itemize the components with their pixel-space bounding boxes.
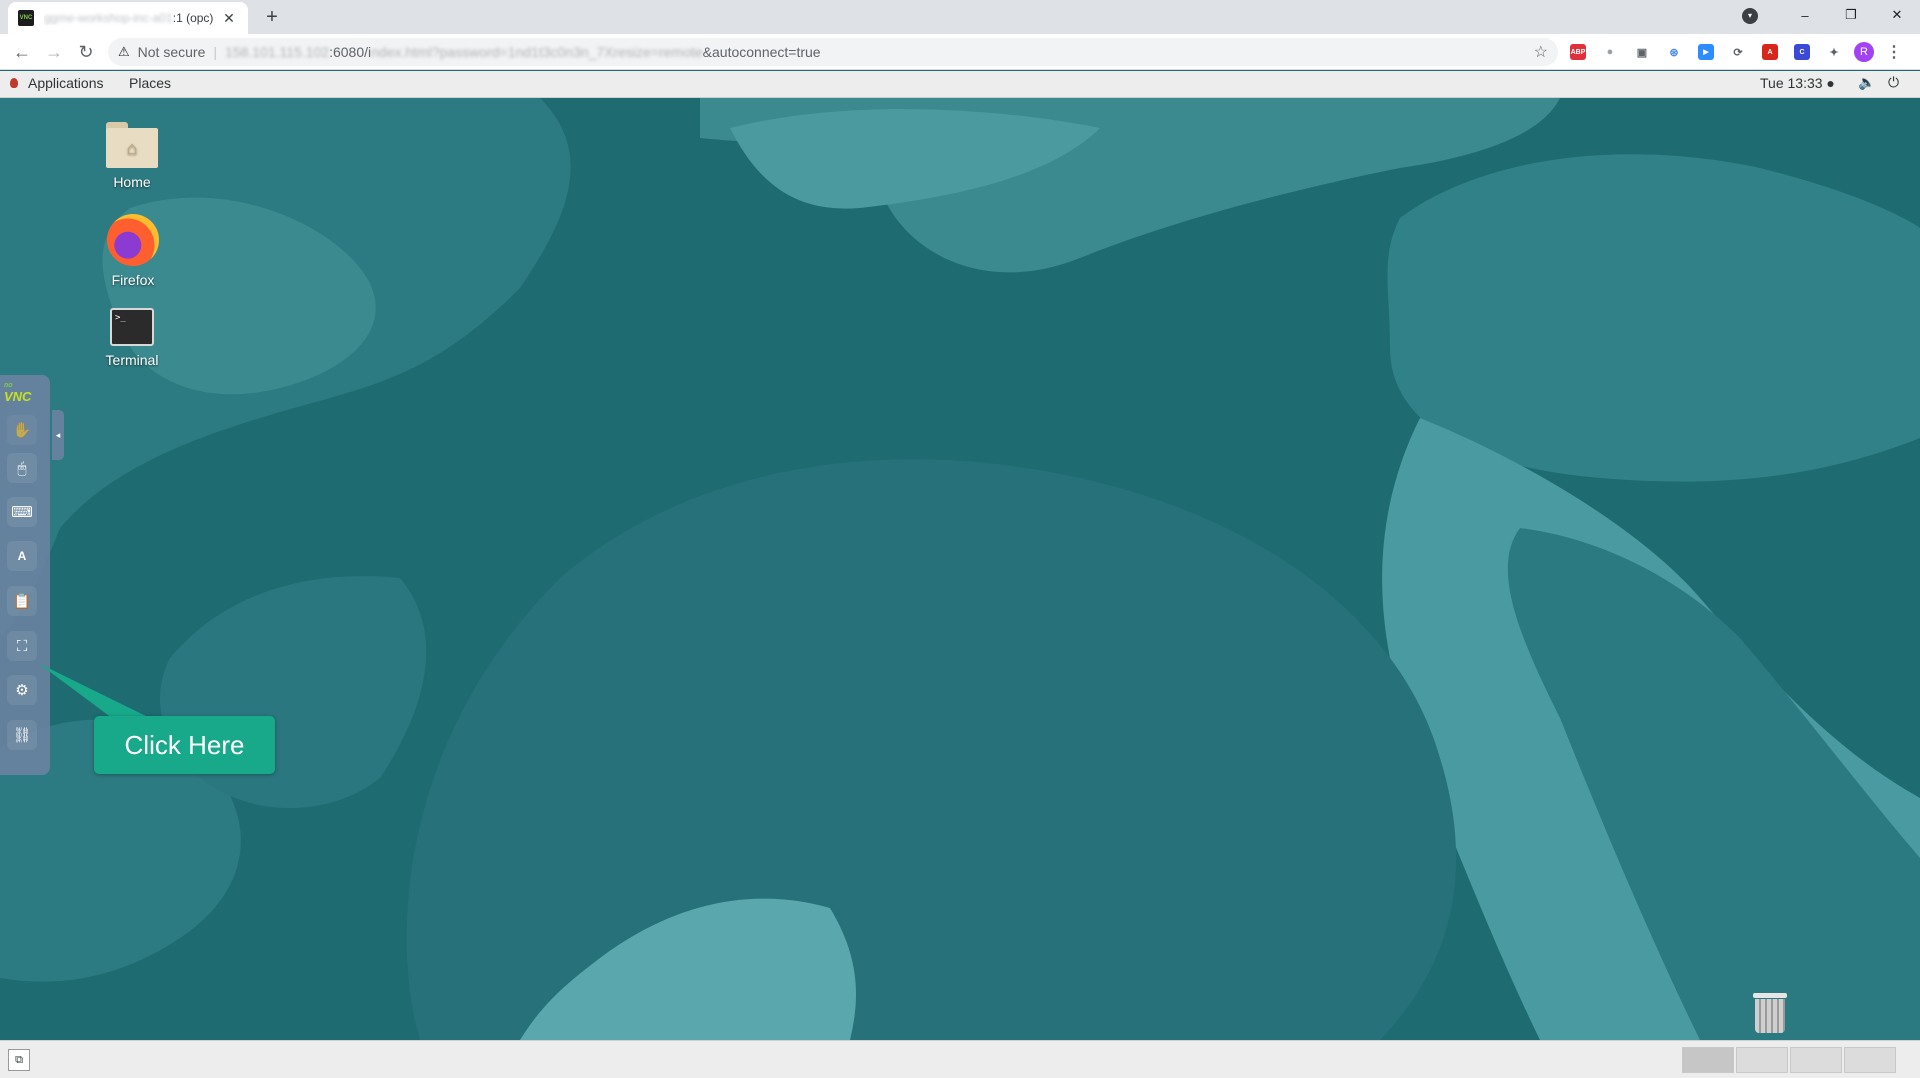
- tab-search-icon[interactable]: ▾: [1742, 8, 1758, 24]
- gnome-top-panel: Applications Places Tue 13:33 ● 🔈 ⏻: [0, 71, 1920, 98]
- volume-icon[interactable]: 🔈: [1858, 74, 1875, 91]
- folder-icon: ⌂: [106, 122, 158, 168]
- novnc-logo: no VNC: [4, 382, 32, 404]
- tab-title: ggme-workshop-inc-a01:1 (opc): [44, 11, 214, 25]
- fullscreen-icon[interactable]: ⛶: [7, 631, 37, 661]
- zoom-icon[interactable]: ▶: [1694, 40, 1718, 64]
- home-desktop-icon[interactable]: ⌂ Home: [77, 122, 187, 190]
- security-label[interactable]: Not secure: [138, 44, 206, 60]
- new-tab-button[interactable]: +: [260, 5, 284, 29]
- clock[interactable]: Tue 13:33 ●: [1760, 75, 1835, 91]
- extension-toolbar: ABP ● ▣ ⊛ ▶ ⟳ A C ✦ R ⋮: [1566, 40, 1906, 64]
- url-query: &autoconnect=true: [702, 44, 821, 60]
- home-label: Home: [113, 174, 151, 190]
- firefox-desktop-icon[interactable]: Firefox: [78, 214, 188, 288]
- browser-tab[interactable]: VNC ggme-workshop-inc-a01:1 (opc) ✕: [8, 2, 248, 34]
- workspace-4[interactable]: [1844, 1047, 1896, 1073]
- reload-button[interactable]: ↻: [74, 40, 98, 64]
- trash-icon[interactable]: [1753, 993, 1787, 1033]
- mouse-icon[interactable]: 🖱: [7, 453, 37, 483]
- url-port-path: :6080/i: [329, 44, 372, 60]
- wallpaper: [0, 98, 1920, 1040]
- applications-menu[interactable]: Applications: [10, 75, 104, 91]
- terminal-label: Terminal: [105, 352, 159, 368]
- address-separator: |: [213, 44, 217, 60]
- keyboard-icon[interactable]: ⌨: [7, 497, 37, 527]
- gnome-bottom-panel: ⧉: [0, 1040, 1920, 1078]
- settings-icon[interactable]: ⚙: [7, 675, 37, 705]
- restore-button[interactable]: ❐: [1828, 7, 1874, 23]
- url-host: 158.101.115.102: [225, 44, 330, 60]
- extra-keys-icon[interactable]: A: [7, 541, 37, 571]
- close-window-button[interactable]: ✕: [1874, 7, 1920, 23]
- browser-toolbar: ← → ↻ ⚠ Not secure | 158.101.115.102 :60…: [0, 34, 1920, 70]
- workspace-2[interactable]: [1736, 1047, 1788, 1073]
- speech-icon[interactable]: ●: [1598, 40, 1622, 64]
- workspace-3[interactable]: [1790, 1047, 1842, 1073]
- url-path: ndex.html?password=1nd1t3c0n3n_7Xresize=…: [371, 44, 703, 60]
- click-here-callout: Click Here: [94, 716, 275, 774]
- firefox-label: Firefox: [111, 272, 155, 288]
- not-secure-icon[interactable]: ⚠: [118, 44, 130, 60]
- window-controls: – ❐ ✕: [1782, 0, 1920, 30]
- pdf-icon[interactable]: A: [1758, 40, 1782, 64]
- applications-label[interactable]: Applications: [28, 75, 104, 91]
- novnc-control-bar: no VNC ✋ 🖱 ⌨ A 📋 ⛶ ⚙ ⛓: [0, 375, 50, 775]
- capture-icon[interactable]: ▣: [1630, 40, 1654, 64]
- novnc-control-bar-handle[interactable]: ◂: [52, 410, 64, 460]
- translate-icon[interactable]: ⊛: [1662, 40, 1686, 64]
- adblock-icon[interactable]: ABP: [1566, 40, 1590, 64]
- tab-close-icon[interactable]: ✕: [220, 10, 238, 27]
- disconnect-icon[interactable]: ⛓: [7, 720, 37, 750]
- workspace-switcher: [1682, 1047, 1896, 1073]
- clipboard-icon[interactable]: 📋: [7, 586, 37, 616]
- profile-avatar[interactable]: R: [1854, 42, 1874, 62]
- address-bar[interactable]: ⚠ Not secure | 158.101.115.102 :6080/i n…: [108, 38, 1558, 66]
- firefox-icon: [107, 214, 159, 266]
- gnome-foot-icon: [10, 78, 18, 88]
- back-button[interactable]: ←: [10, 40, 34, 64]
- browser-menu-icon[interactable]: ⋮: [1882, 40, 1906, 64]
- drag-viewport-icon[interactable]: ✋: [7, 415, 37, 445]
- minimize-button[interactable]: –: [1782, 8, 1828, 23]
- places-menu[interactable]: Places: [129, 75, 171, 91]
- workspace-1[interactable]: [1682, 1047, 1734, 1073]
- puzzle-icon[interactable]: ✦: [1822, 40, 1846, 64]
- power-icon[interactable]: ⏻: [1888, 74, 1899, 91]
- c-extension-icon[interactable]: C: [1790, 40, 1814, 64]
- bookmark-star-icon[interactable]: ☆: [1534, 42, 1548, 62]
- vnc-favicon-icon: VNC: [18, 10, 34, 26]
- browser-tab-bar: VNC ggme-workshop-inc-a01:1 (opc) ✕ + ▾ …: [0, 0, 1920, 34]
- desktop: ⌂ Home Firefox >_ Terminal: [0, 98, 1920, 1040]
- terminal-desktop-icon[interactable]: >_ Terminal: [77, 308, 187, 368]
- show-desktop-button[interactable]: ⧉: [8, 1049, 30, 1071]
- sync-icon[interactable]: ⟳: [1726, 40, 1750, 64]
- forward-button[interactable]: →: [42, 40, 66, 64]
- terminal-icon: >_: [110, 308, 154, 346]
